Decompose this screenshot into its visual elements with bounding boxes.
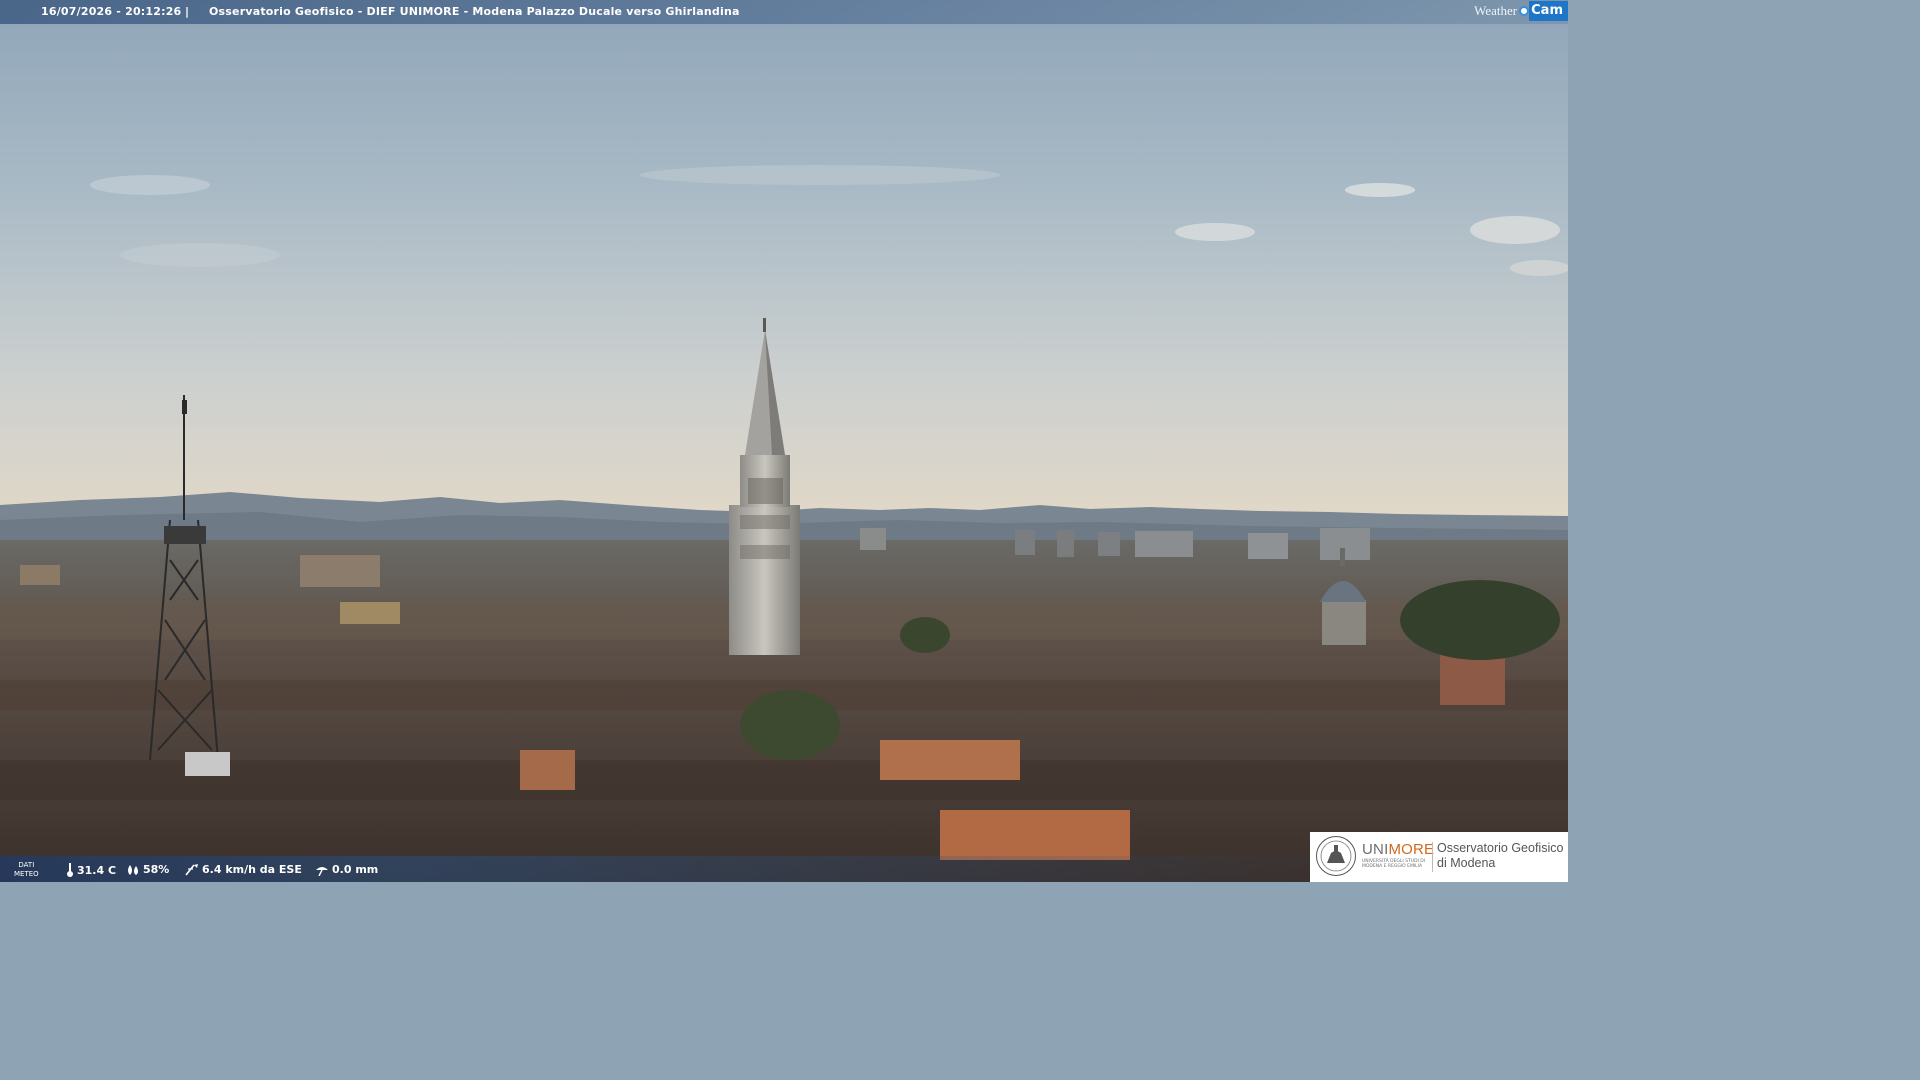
humidity-drop-icon (128, 864, 138, 875)
weathercam-logo: Weather Cam (1470, 0, 1568, 22)
logo-divider (1432, 842, 1433, 872)
unimore-wordmark: UNIMORE (1362, 841, 1435, 858)
thermometer-icon (67, 863, 73, 877)
camera-lens-icon (1519, 6, 1530, 16)
rain-value: 0.0 mm (332, 863, 379, 876)
weathercam-logo-weather: Weather (1474, 3, 1518, 18)
unimore-subtitle: UNIVERSITÀ DEGLI STUDI DI MODENA E REGGI… (1362, 859, 1426, 869)
unimore-logo: UNIMORE UNIVERSITÀ DEGLI STUDI DI MODENA… (1310, 832, 1568, 882)
camera-title: Osservatorio Geofisico - DIEF UNIMORE - … (209, 5, 740, 18)
timestamp: 16/07/2026 - 20:12:26 (41, 5, 182, 18)
city-skyline-photo (0, 0, 1568, 882)
weathercam-logo-cam: Cam (1529, 1, 1568, 21)
university-seal-icon (1316, 836, 1356, 876)
humidity-readout: 58% (126, 863, 169, 876)
temperature-value: 31.4 C (77, 863, 117, 877)
weather-data-bar: DATI METEO 31.4 C 58% 6.4 km/h da ESE 0.… (0, 856, 1310, 882)
camera-title-bar: 16/07/2026 - 20:12:26 | Osservatorio Geo… (0, 0, 1568, 24)
title-separator: | (185, 5, 190, 18)
rain-readout: 0.0 mm (315, 863, 378, 876)
rain-gauge-icon (316, 866, 328, 876)
weather-data-label: DATI METEO (14, 861, 39, 878)
wind-icon (185, 864, 198, 876)
observatory-name: Osservatorio Geofisico di Modena (1437, 841, 1564, 870)
wind-value: 6.4 km/h da ESE (202, 863, 302, 876)
humidity-value: 58% (143, 863, 170, 876)
temperature-readout: 31.4 C (66, 863, 116, 877)
wind-readout: 6.4 km/h da ESE (185, 863, 302, 876)
